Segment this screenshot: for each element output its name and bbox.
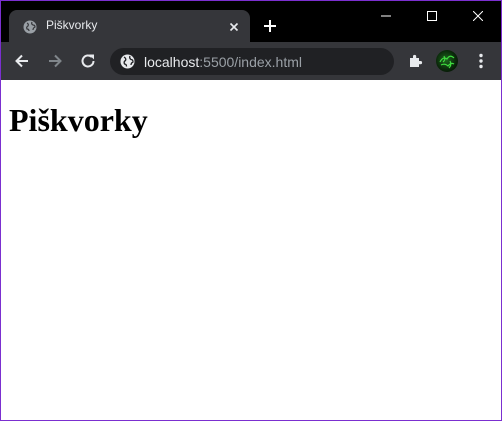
avatar[interactable] — [436, 50, 458, 72]
minimize-icon — [381, 15, 391, 17]
close-icon — [473, 11, 483, 21]
plus-icon[interactable] — [262, 18, 278, 34]
arrow-left-icon[interactable] — [12, 51, 32, 71]
browser-window: Piškvorky localhost:5500/index.html Pišk… — [0, 0, 502, 421]
title-bar: Piškvorky — [1, 1, 501, 42]
globe-icon — [23, 19, 37, 34]
tab-title: Piškvorky — [46, 18, 98, 32]
url-path: :5500/index.html — [199, 54, 302, 70]
maximize-icon — [427, 11, 437, 21]
close-icon[interactable] — [227, 19, 241, 33]
arrow-right-icon[interactable] — [45, 51, 65, 71]
browser-toolbar: localhost:5500/index.html — [1, 42, 501, 80]
url-host: localhost — [144, 54, 200, 70]
address-bar[interactable]: localhost:5500/index.html — [110, 48, 394, 75]
page-title: Piškvorky — [9, 102, 148, 138]
kebab-menu-icon[interactable] — [471, 51, 491, 71]
window-close-button[interactable] — [455, 1, 501, 31]
globe-icon[interactable] — [120, 54, 135, 69]
reload-icon[interactable] — [78, 51, 98, 71]
url-text: localhost:5500/index.html — [144, 54, 302, 70]
page-content: Piškvorky — [1, 80, 501, 420]
puzzle-icon[interactable] — [405, 51, 425, 71]
minimize-button[interactable] — [363, 1, 409, 31]
maximize-button[interactable] — [409, 1, 455, 31]
browser-tab[interactable]: Piškvorky — [9, 10, 250, 42]
